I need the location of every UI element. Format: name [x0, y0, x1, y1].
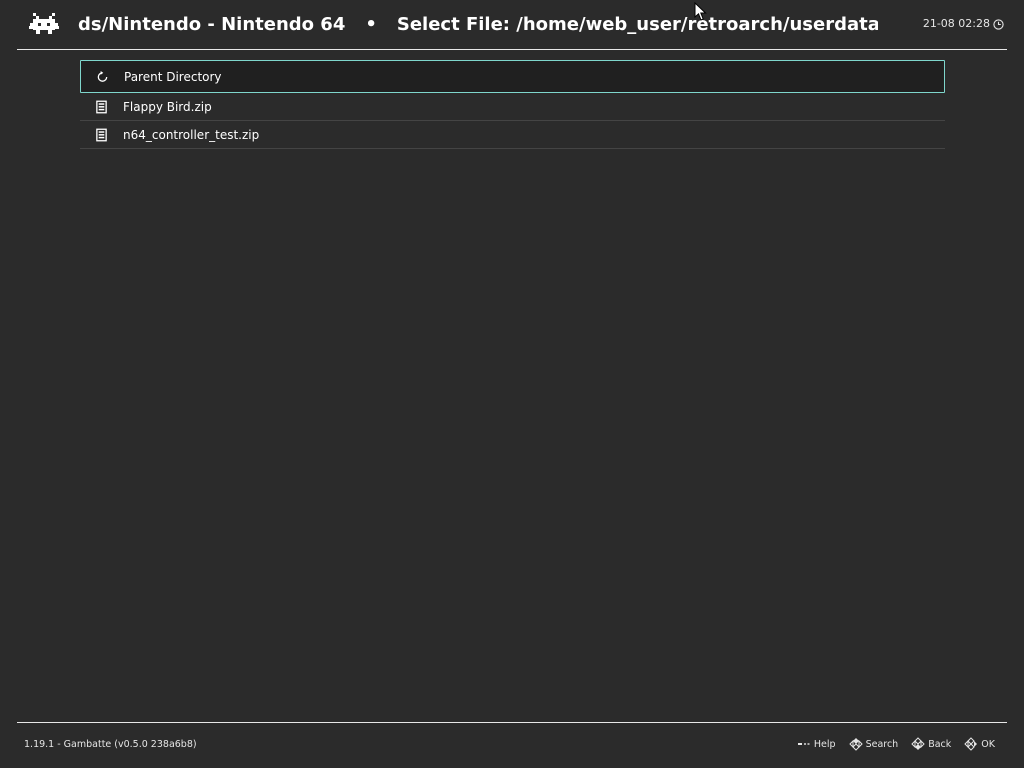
current-path: ds/Nintendo - Nintendo 64 — [78, 14, 346, 35]
file-list: Parent Directory Flappy Bird.zip n64_con… — [80, 60, 945, 149]
back-hint[interactable]: Back — [911, 737, 951, 751]
clock-icon — [993, 18, 1004, 30]
select-button-icon — [797, 743, 810, 745]
search-hint[interactable]: Search — [848, 737, 899, 751]
dpad-down-icon — [911, 737, 925, 750]
mouse-cursor-icon — [694, 2, 707, 21]
list-item-label: Flappy Bird.zip — [123, 99, 212, 114]
help-label: Help — [813, 738, 836, 750]
list-item-label: Parent Directory — [124, 69, 222, 84]
list-item-parent-directory[interactable]: Parent Directory — [80, 60, 945, 93]
header: ds/Nintendo - Nintendo 64 • Select File: /… — [0, 0, 1024, 50]
footer-divider — [17, 722, 1007, 723]
select-file-title: Select File: /home/web_user/retroarch/us… — [396, 14, 878, 35]
retroarch-window: ds/Nintendo - Nintendo 64 • Select File: /… — [0, 0, 1024, 768]
header-divider — [17, 49, 1007, 50]
core-version: 1.19.1 - Gambatte (v0.5.0 238a6b8) — [24, 739, 197, 750]
list-item-label: n64_controller_test.zip — [123, 127, 260, 142]
dpad-right-icon — [964, 737, 978, 751]
title-separator: • — [365, 14, 377, 35]
dpad-up-icon — [848, 738, 863, 751]
zip-archive-icon — [96, 100, 107, 113]
page-title: ds/Nintendo - Nintendo 64 • Select File: /… — [78, 12, 878, 40]
clock: 21-08 02:28 — [923, 17, 1004, 31]
search-label: Search — [865, 738, 899, 750]
space-invader-icon — [29, 13, 59, 34]
list-item-flappy-bird[interactable]: Flappy Bird.zip — [80, 93, 945, 121]
footer-hints: Help Search Back OK — [797, 737, 995, 751]
zip-archive-icon — [96, 128, 107, 141]
clock-text: 21-08 02:28 — [922, 17, 990, 30]
refresh-icon — [97, 70, 108, 82]
ok-label: OK — [981, 738, 995, 750]
help-hint[interactable]: Help — [797, 737, 836, 751]
list-item-n64-controller-test[interactable]: n64_controller_test.zip — [80, 121, 945, 149]
back-label: Back — [928, 738, 952, 750]
ok-hint[interactable]: OK — [964, 737, 995, 751]
